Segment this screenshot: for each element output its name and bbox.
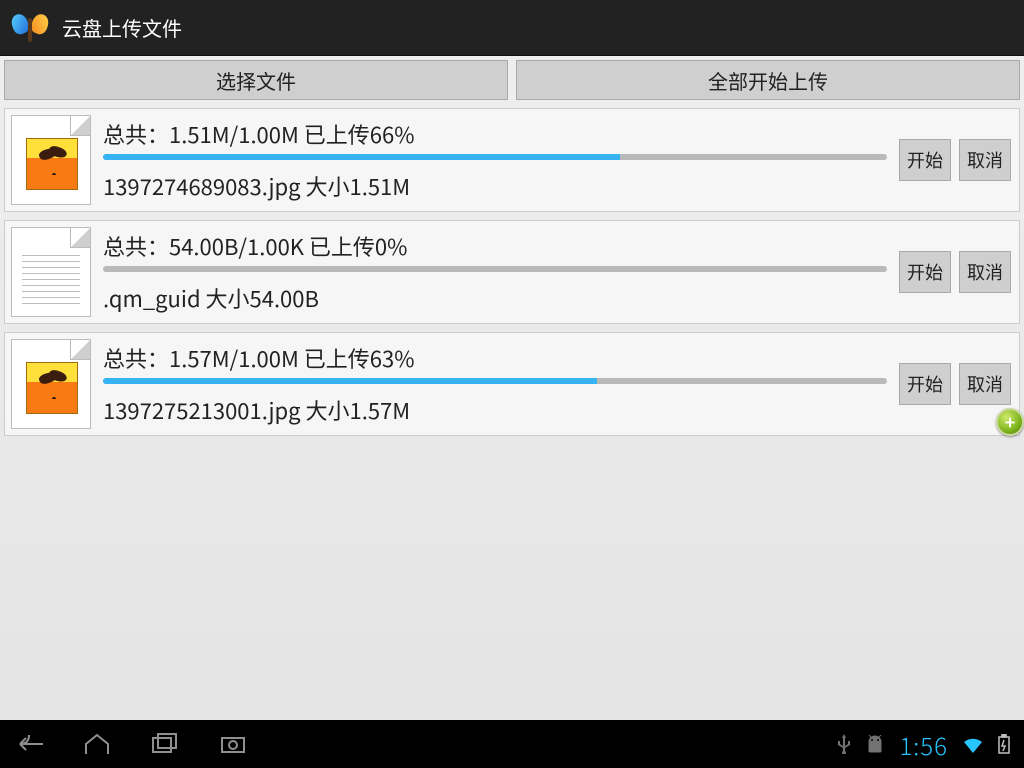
start-button[interactable]: 开始 (899, 139, 951, 181)
upload-file-text: 1397275213001.jpg 大小1.57M (103, 394, 887, 426)
app-icon (10, 8, 50, 48)
select-files-button[interactable]: 选择文件 (4, 60, 508, 100)
start-button[interactable]: 开始 (899, 363, 951, 405)
upload-progress-text: 总共：1.57M/1.00M 已上传63% (103, 342, 887, 374)
battery-charging-icon (998, 734, 1010, 754)
action-bar: 云盘上传文件 (0, 0, 1024, 56)
upload-item-info: 总共：1.51M/1.00M 已上传66% 1397274689083.jpg … (103, 118, 887, 202)
start-all-button[interactable]: 全部开始上传 (516, 60, 1020, 100)
upload-progress-bar (103, 154, 887, 160)
usb-icon (837, 734, 851, 754)
home-icon[interactable] (82, 732, 112, 756)
upload-progress-fill (103, 378, 597, 384)
cancel-button[interactable]: 取消 (959, 251, 1011, 293)
upload-item-buttons: 开始 取消 (899, 139, 1011, 181)
upload-progress-bar (103, 378, 887, 384)
upload-item-buttons: 开始 取消 (899, 251, 1011, 293)
upload-item-info: 总共：54.00B/1.00K 已上传0% .qm_guid 大小54.00B (103, 230, 887, 314)
upload-file-text: 1397274689083.jpg 大小1.51M (103, 170, 887, 202)
upload-progress-text: 总共：54.00B/1.00K 已上传0% (103, 230, 887, 262)
back-icon[interactable] (14, 732, 44, 756)
file-thumbnail-image (11, 115, 91, 205)
cancel-button[interactable]: 取消 (959, 363, 1011, 405)
upload-item-buttons: 开始 取消 (899, 363, 1011, 405)
upload-item: 总共：54.00B/1.00K 已上传0% .qm_guid 大小54.00B … (4, 220, 1020, 324)
upload-item-info: 总共：1.57M/1.00M 已上传63% 1397275213001.jpg … (103, 342, 887, 426)
screenshot-icon[interactable] (218, 732, 248, 756)
recents-icon[interactable] (150, 732, 180, 756)
status-clock: 1:56 (899, 727, 948, 762)
cancel-button[interactable]: 取消 (959, 139, 1011, 181)
floating-add-button[interactable]: + (996, 408, 1024, 436)
upload-item: 总共：1.51M/1.00M 已上传66% 1397274689083.jpg … (4, 108, 1020, 212)
upload-progress-fill (103, 154, 620, 160)
file-thumbnail-text (11, 227, 91, 317)
wifi-icon (962, 735, 984, 753)
upload-progress-text: 总共：1.51M/1.00M 已上传66% (103, 118, 887, 150)
upload-item: 总共：1.57M/1.00M 已上传63% 1397275213001.jpg … (4, 332, 1020, 436)
system-nav-bar: 1:56 (0, 720, 1024, 768)
toolbar: 选择文件 全部开始上传 (0, 56, 1024, 108)
upload-progress-bar (103, 266, 887, 272)
upload-list: 总共：1.51M/1.00M 已上传66% 1397274689083.jpg … (0, 108, 1024, 720)
android-icon (865, 735, 885, 753)
file-thumbnail-image (11, 339, 91, 429)
start-button[interactable]: 开始 (899, 251, 951, 293)
upload-file-text: .qm_guid 大小54.00B (103, 282, 887, 314)
page-title: 云盘上传文件 (62, 13, 182, 42)
status-tray: 1:56 (837, 727, 1010, 762)
content-area: 选择文件 全部开始上传 总共：1.51M/1.00M 已上传66% 139727… (0, 56, 1024, 720)
